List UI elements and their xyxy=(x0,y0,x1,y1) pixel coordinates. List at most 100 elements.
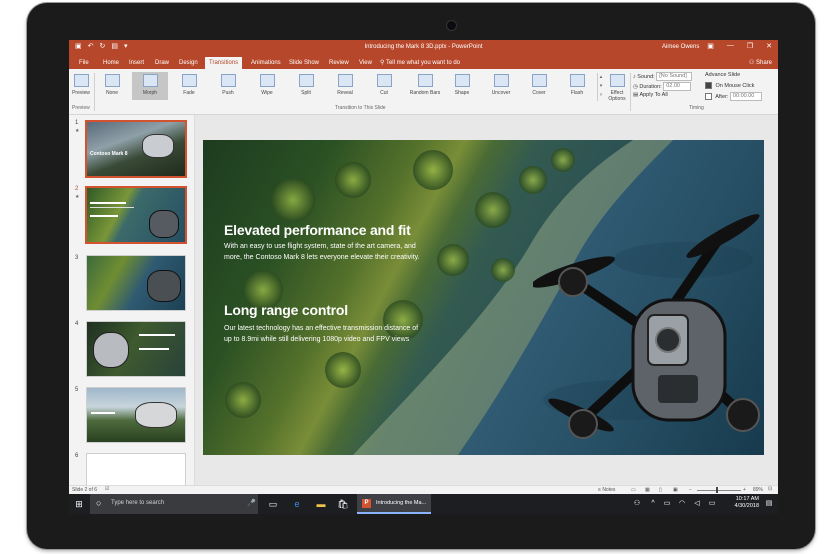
sound-dropdown[interactable]: [No Sound] xyxy=(656,72,693,81)
store-icon[interactable]: 🛍 xyxy=(337,498,349,510)
after-label: After: xyxy=(715,93,729,100)
tell-me-box[interactable]: ⚲ Tell me what you want to do xyxy=(380,57,460,69)
transition-label: Uncover xyxy=(491,90,511,96)
taskbar-powerpoint-button[interactable]: P Introducing the Ma... xyxy=(357,494,431,514)
slide-number: 3 xyxy=(75,255,79,261)
slide-body-1-line-1[interactable]: With an easy to use flight system, state… xyxy=(224,241,416,252)
fit-slide-icon[interactable]: ⊡ xyxy=(768,486,772,492)
slide-thumbnail-3[interactable] xyxy=(86,255,186,311)
slide-body-1-line-2[interactable]: more, the Contoso Mark 8 lets everyone e… xyxy=(224,252,420,263)
share-button[interactable]: ⚇ Share xyxy=(749,57,772,69)
transition-push[interactable]: Push xyxy=(210,72,246,100)
wifi-icon[interactable]: ◠ xyxy=(676,498,688,510)
slideshow-view-icon[interactable]: ▣ xyxy=(673,487,678,493)
morph-transition-icon xyxy=(142,74,158,87)
transition-cut[interactable]: Cut xyxy=(366,72,402,100)
slide-thumbnail-5[interactable] xyxy=(86,387,186,443)
fade-transition-icon xyxy=(181,74,197,87)
preview-button[interactable]: Preview xyxy=(70,72,92,100)
tab-animations[interactable]: Animations xyxy=(247,57,285,69)
reading-view-icon[interactable]: ▯ xyxy=(659,487,662,493)
notes-button[interactable]: ≡ Notes xyxy=(598,487,615,493)
slide-body-2-line-2[interactable]: up to 8.9mi while still delivering 1080p… xyxy=(224,334,409,345)
transition-split[interactable]: Split xyxy=(288,72,324,100)
taskbar-clock[interactable]: 10:17 AM 4/30/2018 xyxy=(724,496,759,510)
current-slide[interactable]: Elevated performance and fit With an eas… xyxy=(203,140,764,455)
transition-wipe[interactable]: Wipe xyxy=(249,72,285,100)
tab-draw[interactable]: Draw xyxy=(151,57,173,69)
effect-options-button[interactable]: Effect Options xyxy=(605,72,629,108)
close-icon[interactable]: ✕ xyxy=(766,42,772,50)
slide-heading-2[interactable]: Long range control xyxy=(224,302,348,318)
ribbon-display-icon[interactable]: ▣ xyxy=(707,42,714,50)
edge-browser-icon[interactable]: e xyxy=(291,498,303,510)
task-view-icon[interactable]: ▭ xyxy=(267,498,279,510)
transition-morph[interactable]: Morph xyxy=(132,72,168,100)
zoom-in-icon[interactable]: + xyxy=(743,487,746,493)
transition-flash[interactable]: Flash xyxy=(559,72,595,100)
thumb-text-line xyxy=(90,215,118,217)
taskbar-app-label: Introducing the Ma... xyxy=(376,500,427,506)
shape-transition-icon xyxy=(454,74,470,87)
transition-cover[interactable]: Cover xyxy=(521,72,557,100)
transition-uncover[interactable]: Uncover xyxy=(483,72,519,100)
transition-label: None xyxy=(106,90,118,96)
transitions-group-label: Transition to This Slide xyxy=(335,105,386,111)
volume-icon[interactable]: ◁ xyxy=(691,498,703,510)
tray-chevron-icon[interactable]: ^ xyxy=(647,498,659,510)
clock-date: 4/30/2018 xyxy=(734,503,759,509)
slide-body-2-line-1[interactable]: Our latest technology has an effective t… xyxy=(224,323,418,334)
transition-label: Split xyxy=(301,90,311,96)
tab-file[interactable]: File xyxy=(75,57,93,69)
slide-thumbnail-4[interactable] xyxy=(86,321,186,377)
tab-design[interactable]: Design xyxy=(175,57,202,69)
title-bar: ▣ ↶ ↻ ▤ ▾ Introducing the Mark 8 3D.pptx… xyxy=(69,40,778,55)
transition-reveal[interactable]: Reveal xyxy=(327,72,363,100)
transition-shape[interactable]: Shape xyxy=(444,72,480,100)
restore-icon[interactable]: ❐ xyxy=(747,42,753,50)
action-center-icon[interactable]: ▤ xyxy=(763,498,775,510)
after-checkbox[interactable] xyxy=(705,93,712,100)
drone-image xyxy=(142,134,174,158)
windows-start-icon[interactable]: ⊞ xyxy=(73,498,85,510)
tab-slide-show[interactable]: Slide Show xyxy=(285,57,323,69)
tab-home[interactable]: Home xyxy=(99,57,123,69)
tab-insert[interactable]: Insert xyxy=(125,57,148,69)
flash-transition-icon xyxy=(569,74,585,87)
slide-thumbnail-1[interactable]: Contoso Mark 8 xyxy=(85,120,187,178)
transition-label: Wipe xyxy=(261,90,273,96)
taskbar-search-box[interactable]: ○ Type here to search 🎤 xyxy=(90,494,258,514)
zoom-slider-thumb[interactable] xyxy=(716,487,718,493)
tab-view[interactable]: View xyxy=(355,57,376,69)
transition-random-bars[interactable]: Random Bars xyxy=(405,72,445,100)
transition-none[interactable]: None xyxy=(94,72,130,100)
notes-label: Notes xyxy=(602,487,616,493)
people-icon[interactable]: ⚇ xyxy=(631,498,643,510)
minimize-icon[interactable]: — xyxy=(727,42,734,50)
file-explorer-icon[interactable]: ▬ xyxy=(315,498,327,510)
normal-view-icon[interactable]: ▭ xyxy=(631,487,636,493)
thumb-text-line xyxy=(90,207,134,208)
after-input[interactable]: 00:00.00 xyxy=(729,92,762,101)
zoom-slider[interactable] xyxy=(697,490,741,491)
gallery-scroll[interactable]: ▴ ▾ ▿ xyxy=(597,73,604,101)
network-icon[interactable]: ▭ xyxy=(661,498,673,510)
slide-sorter-icon[interactable]: ▦ xyxy=(645,487,650,493)
slide-heading-1[interactable]: Elevated performance and fit xyxy=(224,222,411,238)
thumb-text-line xyxy=(91,412,115,414)
apply-to-all-button[interactable]: ▤ Apply To All xyxy=(633,92,668,98)
zoom-level[interactable]: 89% xyxy=(753,487,763,493)
tab-transitions[interactable]: Transitions xyxy=(205,57,243,69)
powerpoint-icon: P xyxy=(362,499,371,508)
accessibility-icon[interactable]: ☑ xyxy=(105,486,109,492)
battery-icon[interactable]: ▭ xyxy=(706,498,718,510)
slide-thumbnail-2[interactable] xyxy=(85,186,187,244)
user-name[interactable]: Aimee Owens xyxy=(662,44,699,50)
slide-thumbnail-6[interactable] xyxy=(86,453,186,487)
transition-fade[interactable]: Fade xyxy=(171,72,207,100)
zoom-out-icon[interactable]: − xyxy=(689,487,692,493)
duration-input[interactable]: 02.00 xyxy=(663,82,692,91)
tab-review[interactable]: Review xyxy=(325,57,353,69)
on-mouse-click-checkbox[interactable] xyxy=(705,82,712,89)
on-mouse-click-row[interactable]: On Mouse Click xyxy=(705,82,754,89)
